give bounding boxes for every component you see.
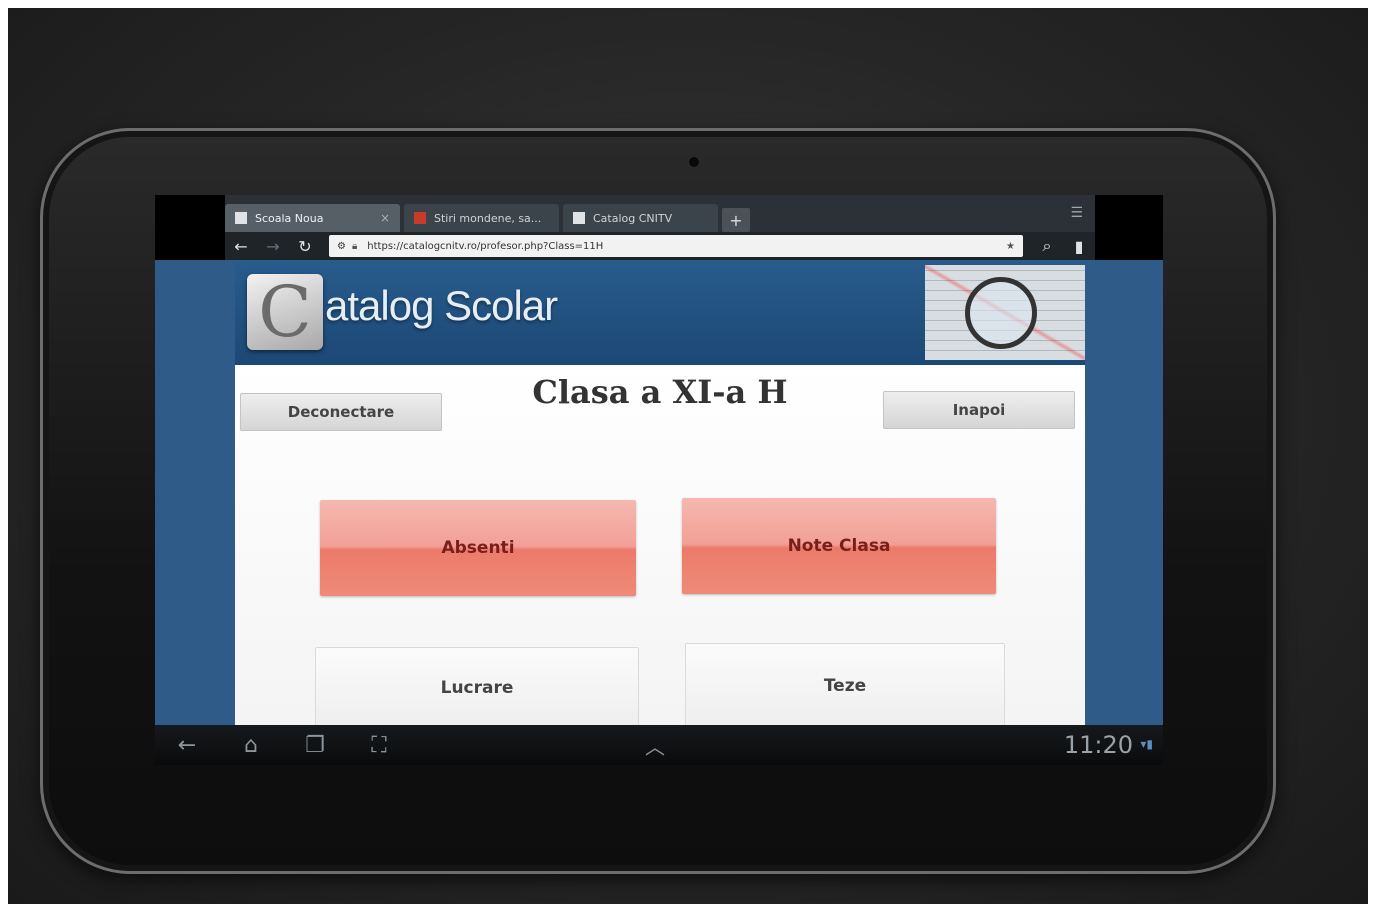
system-back-icon[interactable]: ← [155, 733, 219, 758]
lucrare-button[interactable]: Lucrare [315, 647, 639, 725]
url-text: https://catalogcnitv.ro/profesor.php?Cla… [367, 240, 604, 252]
screenshot-icon[interactable]: ⛶ [347, 733, 411, 758]
inapoi-button[interactable]: Inapoi [883, 391, 1075, 429]
back-icon[interactable]: ← [225, 237, 257, 256]
lock-icon: 🔒︎ [351, 240, 358, 252]
web-page: C atalog Scolar Clasa a XI-a H Deconecta… [155, 260, 1163, 725]
signal-icon: ▾▮ [1140, 737, 1153, 751]
reload-icon[interactable]: ↻ [289, 237, 321, 256]
new-tab-button[interactable]: + [722, 208, 750, 232]
note-clasa-button[interactable]: Note Clasa [682, 498, 996, 594]
android-system-bar: ← ⌂ ❐ ⛶ ︿ 11:20 ▾▮ [155, 725, 1163, 765]
site-banner: C atalog Scolar [235, 260, 1085, 365]
menu-icon[interactable]: ☰ [1070, 205, 1083, 221]
page-favicon-icon [414, 212, 426, 224]
search-icon[interactable]: ⌕ [1031, 236, 1063, 256]
address-bar[interactable]: ⚙ 🔒︎ https://catalogcnitv.ro/profesor.ph… [329, 235, 1023, 257]
tab-label: Scoala Noua [255, 211, 324, 225]
magnifier-banner-image [925, 265, 1085, 360]
main-content: Clasa a XI-a H Deconectare Inapoi Absent… [235, 365, 1085, 725]
site-brand-name: atalog Scolar [325, 282, 558, 329]
front-camera [689, 157, 699, 167]
site-info-icon[interactable]: ⚙ [337, 241, 346, 252]
deconectare-button[interactable]: Deconectare [240, 393, 442, 431]
star-icon[interactable]: ★ [1006, 241, 1015, 252]
home-icon[interactable]: ⌂ [219, 733, 283, 758]
bookmarks-icon[interactable]: ▮ [1063, 237, 1095, 256]
tab-stiri-mondene[interactable]: Stiri mondene, sa... [404, 204, 559, 232]
tab-label: Stiri mondene, sa... [434, 211, 542, 225]
page-favicon-icon [573, 212, 585, 224]
tab-scoala-noua[interactable]: Scoala Noua × [225, 204, 400, 232]
chevron-up-icon[interactable]: ︿ [645, 731, 665, 760]
forward-icon[interactable]: → [257, 237, 289, 256]
browser-nav-bar: ← → ↻ ⚙ 🔒︎ https://catalogcnitv.ro/profe… [225, 232, 1095, 260]
tab-catalog-cnitv[interactable]: Catalog CNITV [563, 204, 718, 232]
clock: 11:20 [1063, 731, 1133, 759]
tab-label: Catalog CNITV [593, 211, 673, 225]
teze-button[interactable]: Teze [685, 643, 1005, 725]
magnifier-icon [965, 277, 1037, 349]
page-favicon-icon [235, 212, 247, 224]
tablet-screen: Scoala Noua × Stiri mondene, sa... Catal… [155, 195, 1163, 765]
absenti-button[interactable]: Absenti [320, 500, 636, 596]
logo: C [247, 271, 323, 353]
close-tab-icon[interactable]: × [370, 211, 390, 225]
browser-tab-bar: Scoala Noua × Stiri mondene, sa... Catal… [225, 195, 1095, 232]
recent-apps-icon[interactable]: ❐ [283, 733, 347, 758]
